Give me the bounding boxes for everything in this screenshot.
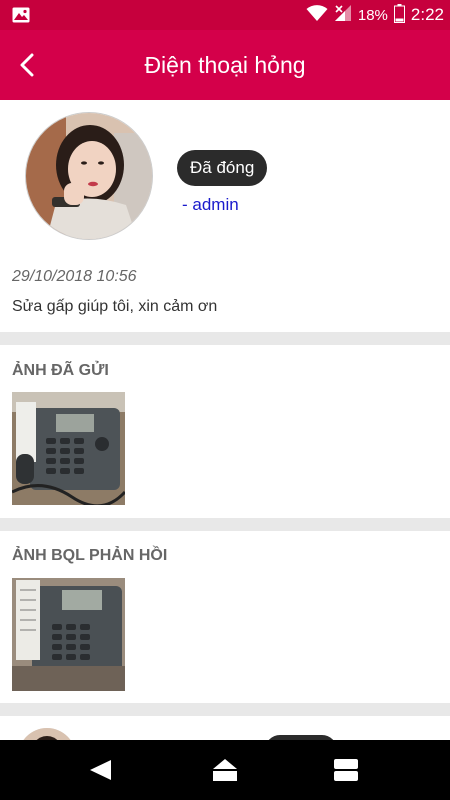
ticket-timestamp: 29/10/2018 10:56 — [12, 268, 137, 285]
sent-photo-thumbnail[interactable] — [12, 392, 125, 505]
assignee-label[interactable]: - admin — [182, 195, 239, 215]
ticket-message: Sửa gấp giúp tôi, xin cảm ơn — [12, 298, 218, 315]
sent-photos-heading: ẢNH ĐÃ GỬI — [12, 362, 109, 379]
status-right: 18% 2:22 — [306, 0, 444, 30]
section-divider — [0, 332, 450, 345]
clock: 2:22 — [410, 5, 444, 24]
section-divider — [0, 703, 450, 716]
reply-photos-heading: ẢNH BQL PHẢN HỒI — [12, 547, 168, 564]
page-title: Điện thoại hỏng — [144, 51, 306, 78]
chevron-left-icon — [20, 53, 34, 77]
status-badge: Đã đóng — [177, 150, 268, 186]
screen: 18% 2:22 Điện thoại hỏng Đã đóng - admin… — [0, 0, 450, 800]
section-divider — [0, 518, 450, 531]
back-icon[interactable] — [87, 757, 113, 783]
navigation-bar — [0, 740, 450, 800]
recents-icon[interactable] — [333, 757, 359, 783]
app-bar: Điện thoại hỏng — [0, 30, 450, 100]
cellular-signal-icon — [334, 4, 352, 26]
battery-percent: 18% — [357, 6, 388, 24]
wifi-icon — [306, 4, 328, 26]
back-button[interactable] — [12, 50, 42, 80]
reply-avatar — [18, 728, 76, 740]
image-notification-icon — [12, 7, 30, 23]
avatar — [25, 112, 153, 240]
ticket-detail[interactable]: Đã đóng - admin 29/10/2018 10:56 Sửa gấp… — [0, 100, 450, 740]
status-bar: 18% 2:22 — [0, 0, 450, 30]
home-icon[interactable] — [212, 757, 238, 783]
reply-photo-thumbnail[interactable] — [12, 578, 125, 691]
battery-icon — [393, 3, 405, 27]
